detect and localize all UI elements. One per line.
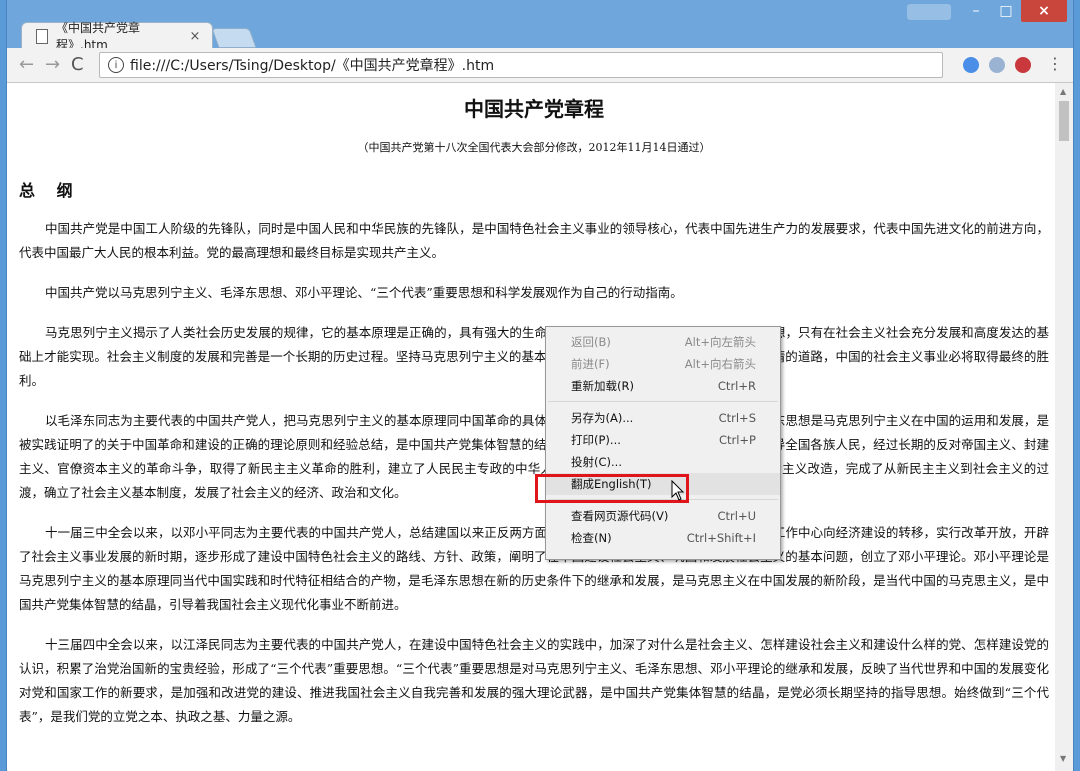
paragraph: 十三届四中全会以来，以江泽民同志为主要代表的中国共产党人，在建设中国特色社会主义… [19,637,1049,724]
document-body: 中国共产党章程 （中国共产党第十八次全国代表大会部分修改，2012年11月14日… [19,83,1049,729]
menu-item-shortcut: Alt+向右箭头 [684,357,756,371]
scroll-up-icon[interactable]: ▲ [1060,87,1066,96]
browser-toolbar: ← → C i file:///C:/Users/Tsing/Desktop/《… [7,48,1073,83]
menu-item-shortcut: Alt+向左箭头 [684,335,756,349]
menu-item-shortcut: Ctrl+Shift+I [686,531,756,545]
menu-item-label: 返回(B) [571,335,611,349]
menu-item-label: 检查(N) [571,531,612,545]
menu-item-shortcut: Ctrl+U [717,509,756,523]
menu-item-label: 另存为(A)... [571,411,634,425]
mouse-pointer-icon [671,480,685,501]
tab-strip: 《中国共产党章程》.htm × [7,18,1073,52]
menu-item-shortcut: Ctrl+S [718,411,756,425]
tab-close-icon[interactable]: × [188,29,202,44]
vertical-scrollbar[interactable]: ▲ ▼ [1055,83,1073,771]
extension-icon-gray[interactable] [989,57,1005,73]
page-viewport: 中国共产党章程 （中国共产党第十八次全国代表大会部分修改，2012年11月14日… [7,83,1055,771]
document-icon [36,28,48,44]
reload-icon[interactable]: C [71,54,84,75]
menu-item-label: 查看网页源代码(V) [571,509,669,523]
menu-item-label: 投射(C)... [571,455,622,469]
address-text[interactable]: file:///C:/Users/Tsing/Desktop/《中国共产党章程》… [130,55,494,75]
paragraph: 马克思列宁主义揭示了人类社会历史发展的规律，它的基本原理是正确的，具有强大的生命… [19,325,1049,388]
menu-item-label: 重新加载(R) [571,379,634,393]
menu-item-save-as[interactable]: 另存为(A)... Ctrl+S [546,407,780,429]
extension-icon-blue[interactable] [963,57,979,73]
new-tab-button[interactable] [211,28,257,48]
menu-item-forward[interactable]: 前进(F) Alt+向右箭头 [546,353,780,375]
menu-separator [548,401,778,402]
document-title: 中国共产党章程 [464,97,604,121]
extension-icon-red[interactable] [1015,57,1031,73]
menu-item-label: 打印(P)... [571,433,621,447]
tab-active[interactable]: 《中国共产党章程》.htm × [21,21,213,52]
context-menu: 返回(B) Alt+向左箭头 前进(F) Alt+向右箭头 重新加载(R) Ct… [545,326,781,560]
paragraph: 中国共产党以马克思列宁主义、毛泽东思想、邓小平理论、“三个代表”重要思想和科学发… [45,285,683,300]
paragraph: 十一届三中全会以来，以邓小平同志为主要代表的中国共产党人，总结建国以来正反两方面… [19,525,1049,612]
menu-item-print[interactable]: 打印(P)... Ctrl+P [546,429,780,451]
menu-item-inspect[interactable]: 检查(N) Ctrl+Shift+I [546,527,780,549]
annotation-highlight-box [535,474,689,503]
back-arrow-icon[interactable]: ← [19,54,34,75]
menu-item-back[interactable]: 返回(B) Alt+向左箭头 [546,331,780,353]
document-subtitle: （中国共产党第十八次全国代表大会部分修改，2012年11月14日通过） [357,141,711,154]
forward-arrow-icon[interactable]: → [45,54,60,75]
section-heading: 总 纲 [19,181,81,200]
info-icon[interactable]: i [108,57,124,73]
paragraph: 以毛泽东同志为主要代表的中国共产党人，把马克思列宁主义的基本原理同中国革命的具体… [19,413,1049,500]
address-bar[interactable]: i file:///C:/Users/Tsing/Desktop/《中国共产党章… [99,52,943,78]
menu-item-reload[interactable]: 重新加载(R) Ctrl+R [546,375,780,397]
menu-item-view-source[interactable]: 查看网页源代码(V) Ctrl+U [546,505,780,527]
scroll-down-icon[interactable]: ▼ [1060,754,1066,763]
scroll-thumb[interactable] [1059,101,1069,141]
menu-item-cast[interactable]: 投射(C)... [546,451,780,473]
paragraph: 中国共产党是中国工人阶级的先锋队，同时是中国人民和中华民族的先锋队，是中国特色社… [19,221,1049,260]
menu-item-shortcut: Ctrl+R [717,379,756,393]
menu-item-label: 前进(F) [571,357,610,371]
menu-item-shortcut: Ctrl+P [718,433,756,447]
menu-dots-icon[interactable]: ⋮ [1047,54,1063,73]
browser-window: – □ × 《中国共产党章程》.htm × ← → C i file:///C:… [6,0,1074,771]
